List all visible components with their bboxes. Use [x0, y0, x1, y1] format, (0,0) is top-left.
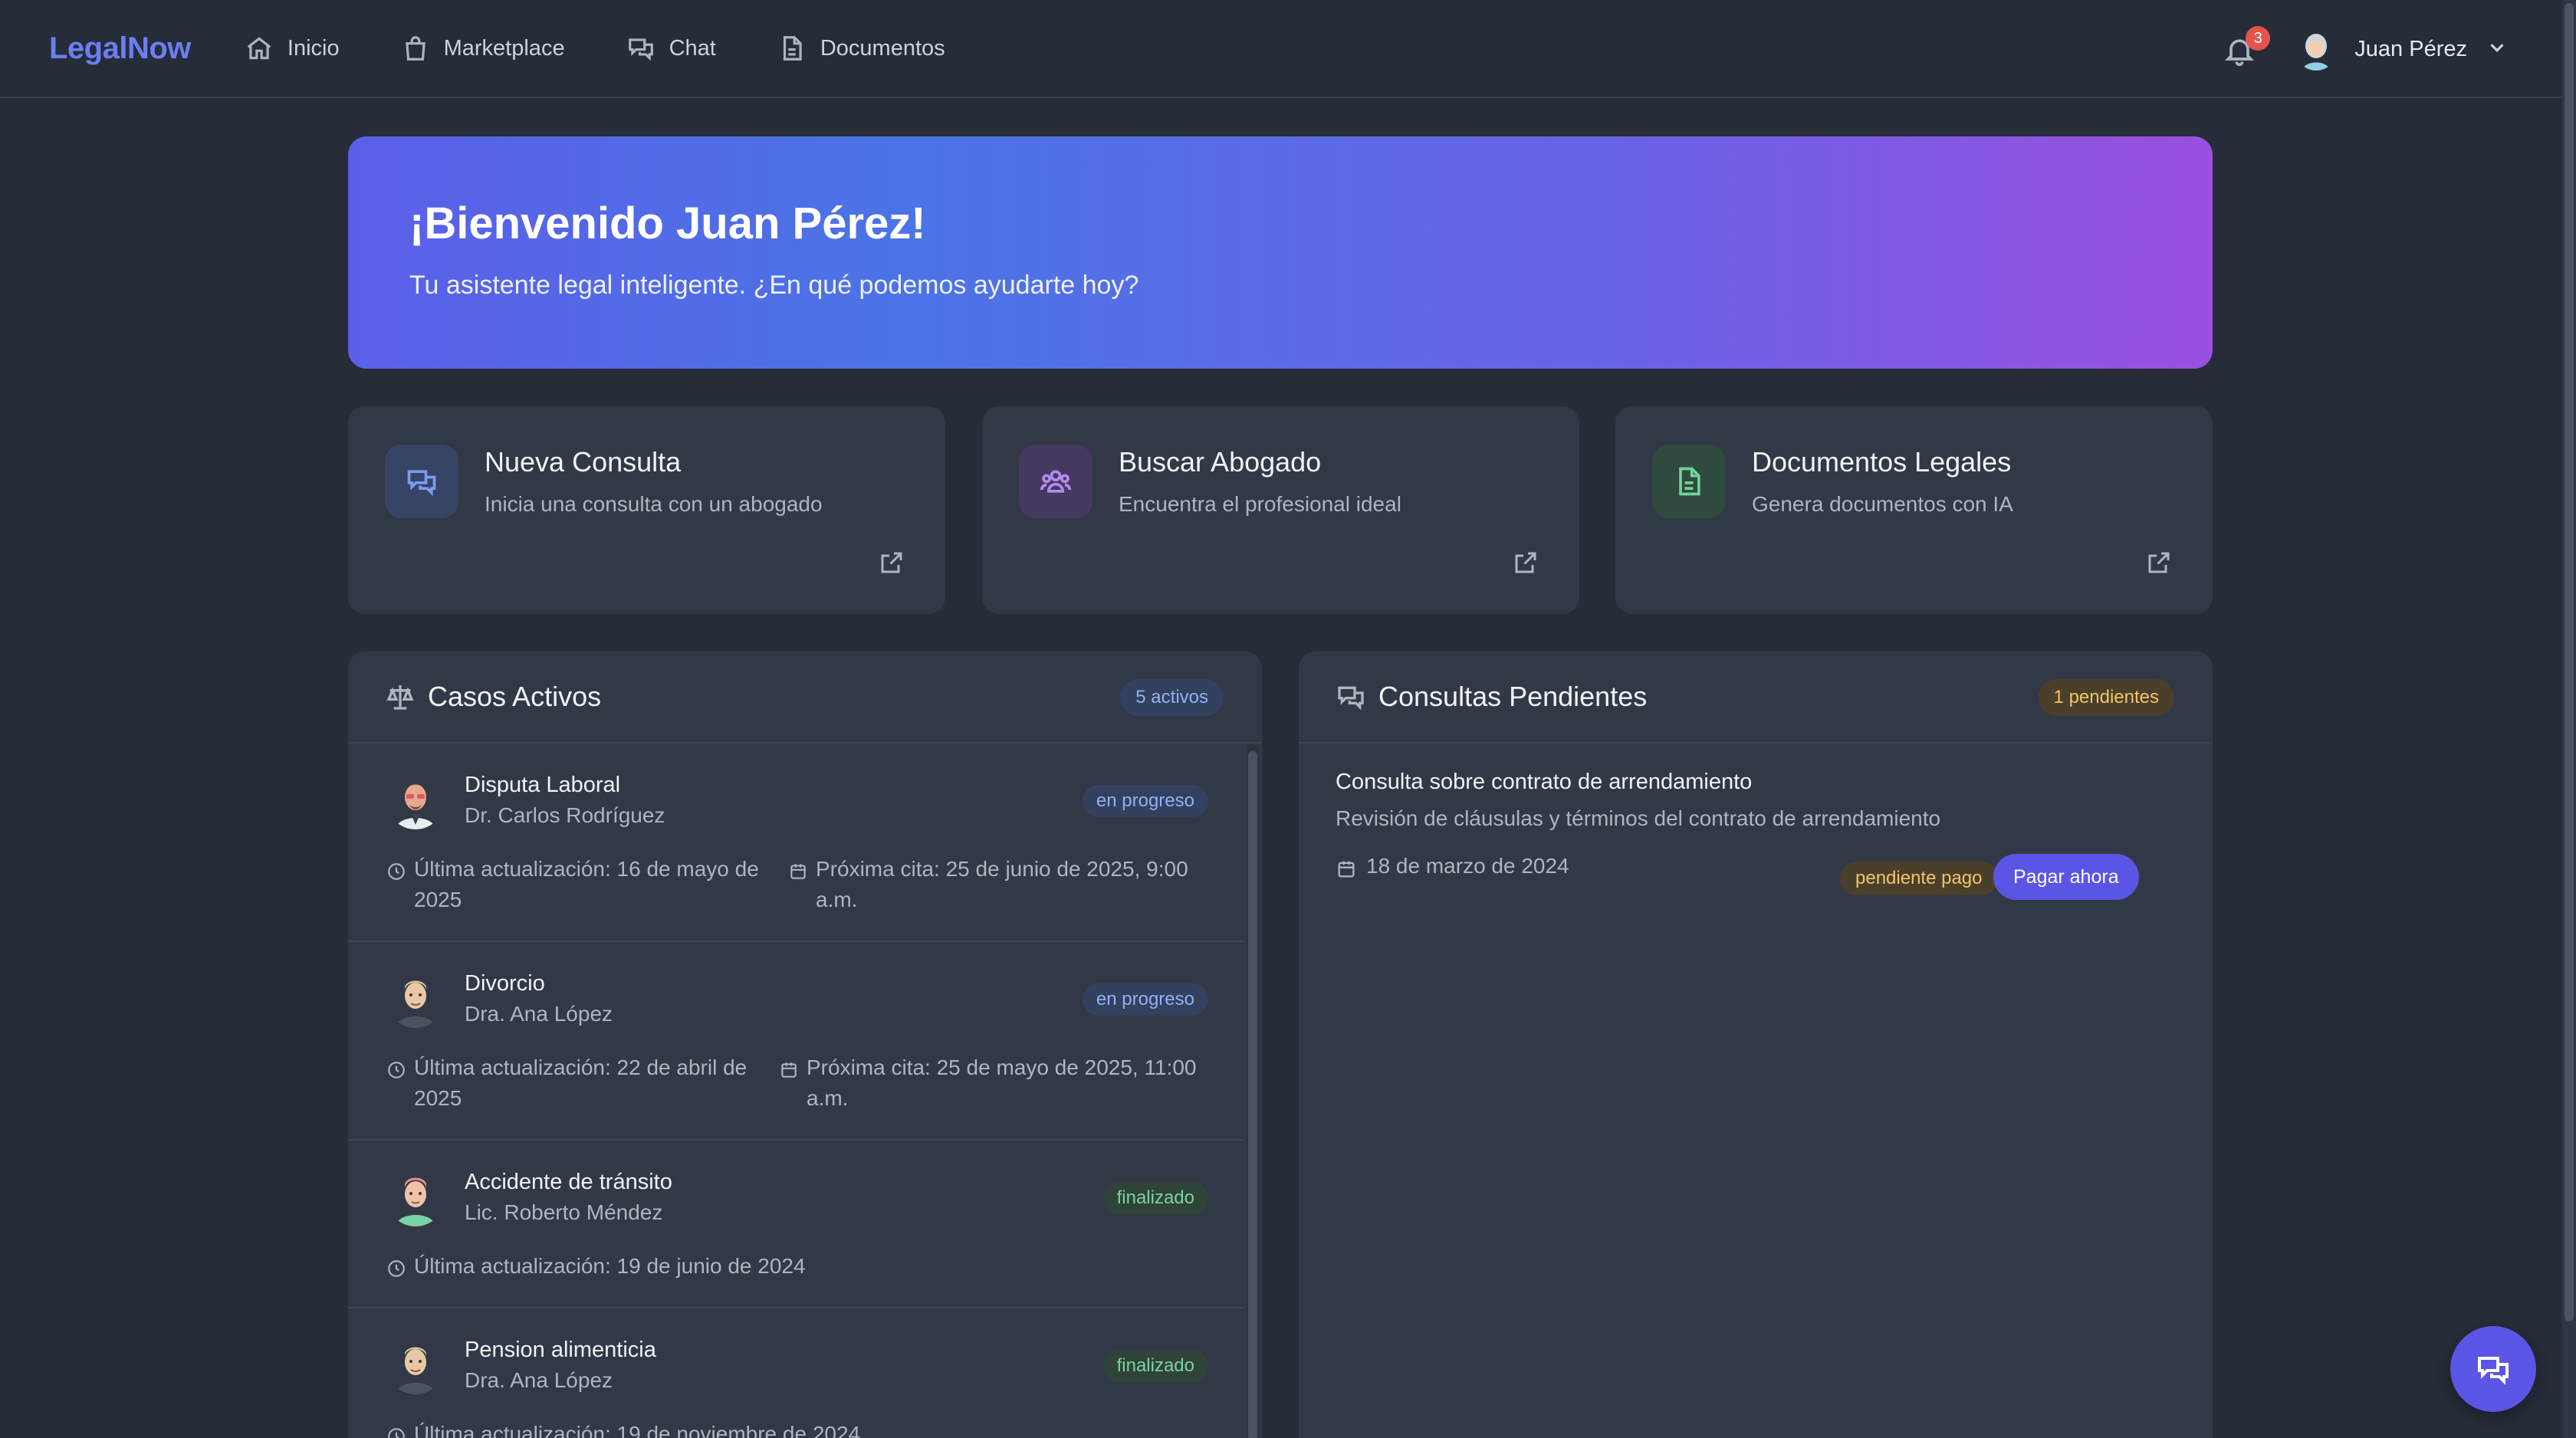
consultation-description: Revisión de cláusulas y términos del con… [1336, 806, 1941, 830]
consultation-status-badge: pendiente pago [1840, 862, 1998, 895]
nav-item-documentos[interactable]: Documentos [777, 34, 945, 63]
panel-title: Consultas Pendientes [1378, 681, 1648, 712]
chat-icon [1338, 686, 1364, 711]
open-external-button[interactable] [1512, 549, 1543, 579]
case-name: Accidente de tránsito [465, 1170, 672, 1194]
case-last-update: Última actualización: 22 de abril de 202… [386, 1052, 770, 1114]
open-external-button[interactable] [878, 549, 909, 579]
case-next-appointment: Próxima cita: 25 de junio de 2025, 9:00 … [788, 854, 1217, 915]
case-status-badge: finalizado [1102, 1182, 1208, 1214]
case-row[interactable]: Divorcio Dra. Ana López en progreso Últi… [348, 944, 1245, 1141]
nav-item-label: Chat [669, 35, 716, 61]
users-icon [1040, 470, 1072, 493]
case-last-update: Última actualización: 19 de junio de 202… [386, 1251, 1000, 1282]
user-area: 3 Juan Pérez [2220, 0, 2509, 98]
clock-icon [388, 1260, 405, 1277]
welcome-title: ¡Bienvenido Juan Pérez! [409, 199, 926, 248]
case-lawyer: Dra. Ana López [465, 1368, 613, 1392]
case-name: Divorcio [465, 971, 545, 996]
nav-item-inicio[interactable]: Inicio [245, 34, 340, 63]
calendar-icon [790, 864, 806, 879]
user-menu-toggle[interactable] [2486, 36, 2509, 63]
case-next-appointment: Próxima cita: 25 de mayo de 2025, 11:00 … [779, 1052, 1224, 1114]
quick-action-nueva-consulta[interactable]: Nueva Consulta Inicia una consulta con u… [348, 406, 945, 614]
quick-action-documentos-legales[interactable]: Documentos Legales Genera documentos con… [1615, 406, 2213, 614]
calendar-icon [781, 1062, 797, 1078]
lawyer-avatar [386, 771, 445, 829]
scale-icon [386, 685, 414, 710]
lawyer-avatar [386, 970, 445, 1028]
case-name: Disputa Laboral [465, 773, 621, 797]
top-navigation: LegalNow Inicio Marketplace Chat Documen… [0, 0, 2562, 98]
user-avatar[interactable] [2295, 28, 2338, 71]
case-row[interactable]: Pension alimenticia Dra. Ana López final… [348, 1310, 1245, 1438]
calendar-icon [1338, 861, 1355, 878]
notifications-button[interactable]: 3 [2220, 26, 2271, 71]
cases-scrollbar[interactable] [1247, 745, 1259, 1438]
page-scrollbar[interactable] [2562, 0, 2576, 1438]
pending-consultations-header: Consultas Pendientes 1 pendientes [1299, 652, 2213, 744]
case-lawyer: Lic. Roberto Méndez [465, 1200, 663, 1224]
pending-consultations-panel: Consultas Pendientes 1 pendientes Consul… [1299, 652, 2213, 1438]
external-link-icon [1515, 552, 1536, 573]
cases-scrollbar-thumb[interactable] [1248, 751, 1257, 1438]
floating-chat-button[interactable] [2450, 1326, 2536, 1412]
clock-icon [388, 1428, 405, 1438]
case-last-update: Última actualización: 19 de noviembre de… [386, 1419, 1000, 1438]
lawyer-avatar [386, 1336, 445, 1394]
chat-icon [2478, 1357, 2509, 1385]
welcome-subtitle: Tu asistente legal inteligente. ¿En qué … [409, 271, 1139, 300]
active-cases-header: Casos Activos 5 activos [348, 652, 1262, 744]
nav-item-chat[interactable]: Chat [626, 34, 716, 63]
open-external-button[interactable] [2145, 549, 2176, 579]
shopping-bag-icon [405, 36, 426, 61]
pending-count-badge: 1 pendientes [2038, 679, 2174, 716]
chat-icon [628, 38, 653, 61]
case-status-badge: en progreso [1082, 983, 1208, 1016]
case-row[interactable]: Accidente de tránsito Lic. Roberto Ménde… [348, 1142, 1245, 1308]
clock-icon [388, 863, 405, 880]
nav-item-label: Documentos [820, 35, 945, 61]
document-icon [783, 36, 802, 61]
case-name: Pension alimenticia [465, 1338, 656, 1362]
notification-count-badge: 3 [2246, 26, 2271, 51]
active-count-badge: 5 activos [1120, 679, 1224, 716]
page-scrollbar-thumb[interactable] [2564, 3, 2574, 1321]
quick-action-subtitle: Encuentra el profesional ideal [1119, 492, 1401, 516]
chevron-down-icon [2490, 43, 2504, 52]
external-link-icon [2148, 552, 2170, 573]
case-lawyer: Dra. Ana López [465, 1002, 613, 1026]
welcome-banner: ¡Bienvenido Juan Pérez! Tu asistente leg… [348, 136, 2213, 369]
clock-icon [388, 1062, 405, 1078]
quick-action-icon [385, 445, 458, 518]
app-logo[interactable]: LegalNow [49, 31, 191, 66]
case-status-badge: en progreso [1082, 785, 1208, 817]
chat-icon [407, 470, 436, 497]
quick-action-subtitle: Inicia una consulta con un abogado [485, 492, 823, 516]
case-row[interactable]: Disputa Laboral Dr. Carlos Rodríguez en … [348, 745, 1245, 942]
nav-item-marketplace[interactable]: Marketplace [401, 34, 565, 63]
panel-title: Casos Activos [428, 681, 602, 712]
home-icon [247, 37, 271, 60]
quick-action-title: Buscar Abogado [1119, 446, 1322, 478]
consultation-title[interactable]: Consulta sobre contrato de arrendamiento [1336, 770, 1752, 795]
quick-action-subtitle: Genera documentos con IA [1752, 492, 2013, 516]
nav-item-label: Marketplace [443, 35, 565, 61]
quick-action-buscar-abogado[interactable]: Buscar Abogado Encuentra el profesional … [982, 406, 1579, 614]
nav-item-label: Inicio [287, 35, 340, 61]
user-name[interactable]: Juan Pérez [2354, 37, 2467, 62]
case-last-update: Última actualización: 16 de mayo de 2025 [386, 854, 770, 915]
quick-action-title: Documentos Legales [1752, 446, 2012, 478]
external-link-icon [881, 552, 902, 573]
pay-now-button[interactable]: Pagar ahora [1993, 854, 2139, 900]
case-lawyer: Dr. Carlos Rodríguez [465, 803, 665, 827]
quick-action-icon [1019, 445, 1092, 518]
lawyer-avatar [386, 1168, 445, 1226]
active-cases-panel: Casos Activos 5 activos Disputa Laboral … [348, 652, 1262, 1438]
case-status-badge: finalizado [1102, 1350, 1208, 1382]
document-icon [1679, 467, 1700, 496]
consultation-date: 18 de marzo de 2024 [1336, 854, 1569, 878]
quick-action-title: Nueva Consulta [485, 446, 682, 478]
quick-action-icon [1652, 445, 1726, 518]
